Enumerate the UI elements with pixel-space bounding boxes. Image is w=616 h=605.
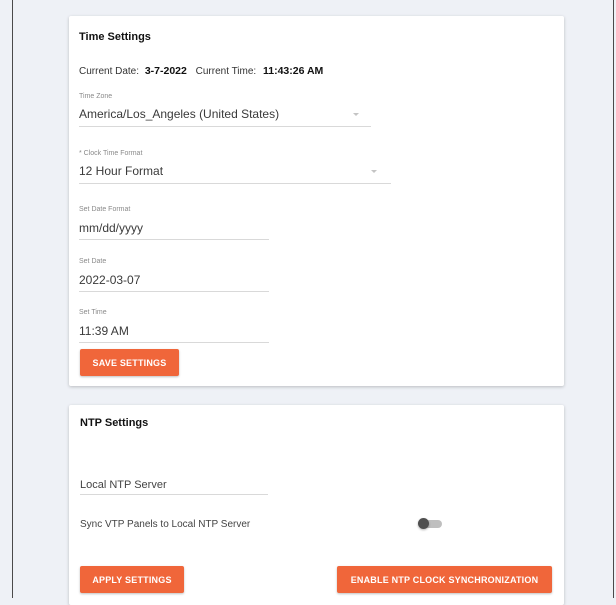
time-zone-underline: [79, 126, 371, 127]
time-settings-title: Time Settings: [79, 31, 151, 43]
time-zone-value: America/Los_Angeles (United States): [79, 107, 280, 121]
current-date-value: 3-7-2022: [144, 65, 187, 77]
clock-format-select[interactable]: * Clock Time Format 12 Hour Format: [79, 150, 391, 184]
date-format-value: mm/dd/yyyy: [79, 221, 144, 235]
set-time-label: Set Time: [79, 309, 107, 316]
clock-format-label: * Clock Time Format: [79, 150, 143, 157]
set-date-field[interactable]: Set Date 2022-03-07: [79, 258, 269, 292]
time-zone-label: Time Zone: [79, 93, 113, 100]
chevron-down-icon: [353, 113, 359, 116]
current-datetime-row: Current Date: 3-7-2022 Current Time: 11:…: [79, 65, 323, 77]
local-ntp-server-placeholder: Local NTP Server: [80, 479, 167, 491]
chevron-down-icon: [371, 170, 377, 173]
set-date-underline: [79, 291, 269, 292]
set-date-label: Set Date: [79, 258, 107, 265]
local-ntp-server-underline: [80, 494, 268, 495]
sync-vtp-toggle[interactable]: [418, 517, 444, 531]
current-time-value: 11:43:26 AM: [262, 65, 324, 77]
clock-format-value: 12 Hour Format: [79, 164, 164, 178]
current-date-label: Current Date:: [79, 66, 140, 77]
set-time-field[interactable]: Set Time 11:39 AM: [79, 309, 269, 343]
clock-format-underline: [79, 183, 391, 184]
toggle-knob: [418, 518, 429, 529]
current-time-label: Current Time:: [195, 66, 257, 77]
enable-ntp-sync-button[interactable]: ENABLE NTP CLOCK SYNCHRONIZATION: [337, 566, 552, 593]
ntp-settings-title: NTP Settings: [80, 417, 149, 429]
window-border-right: [613, 0, 614, 598]
window-border-left: [12, 0, 13, 598]
date-format-field[interactable]: Set Date Format mm/dd/yyyy: [79, 206, 269, 240]
set-time-value: 11:39 AM: [79, 324, 129, 338]
time-zone-select[interactable]: Time Zone America/Los_Angeles (United St…: [79, 93, 371, 127]
set-date-value: 2022-03-07: [79, 273, 141, 287]
apply-settings-button[interactable]: APPLY SETTINGS: [80, 566, 184, 593]
local-ntp-server-input[interactable]: Local NTP Server: [80, 475, 268, 495]
time-settings-card: Time Settings Current Date: 3-7-2022 Cur…: [69, 16, 564, 386]
ntp-settings-card: NTP Settings Local NTP Server Sync VTP P…: [69, 405, 564, 605]
date-format-underline: [79, 239, 269, 240]
date-format-label: Set Date Format: [79, 206, 131, 213]
set-time-underline: [79, 342, 269, 343]
save-settings-button[interactable]: SAVE SETTINGS: [80, 349, 179, 376]
sync-vtp-label: Sync VTP Panels to Local NTP Server: [80, 519, 251, 530]
